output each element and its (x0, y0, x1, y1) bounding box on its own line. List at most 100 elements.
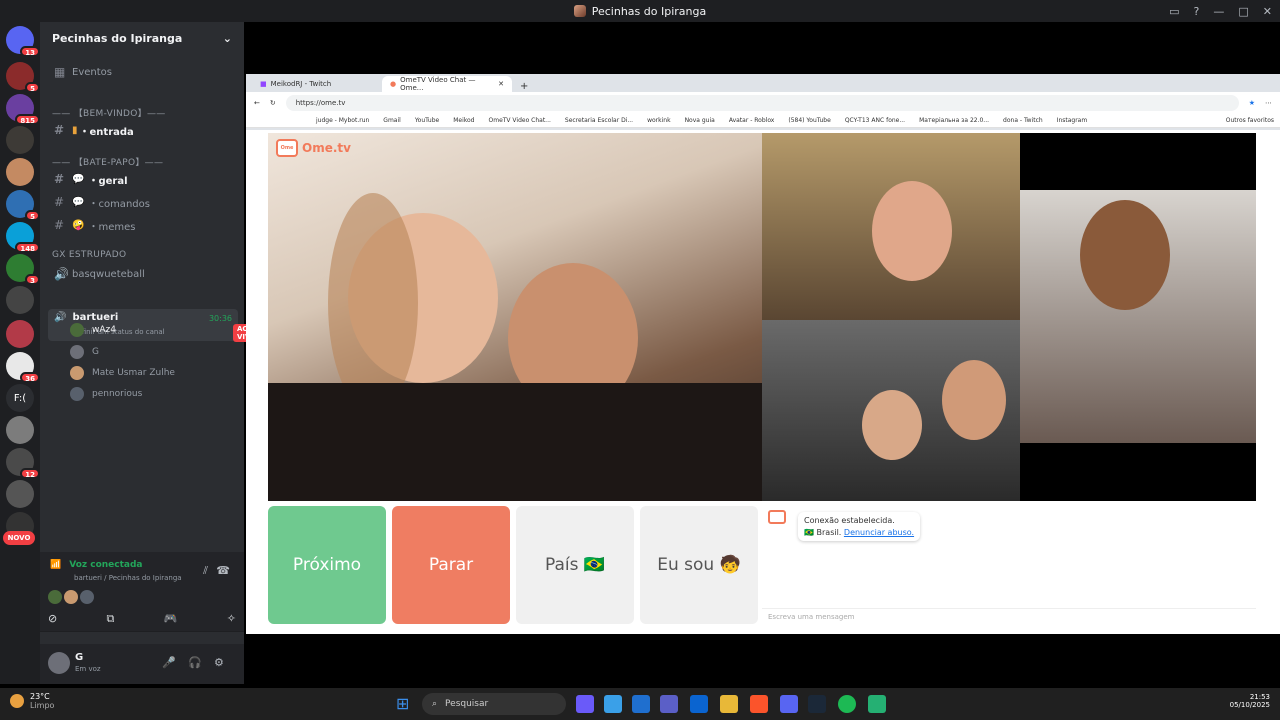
noise-suppression-icon[interactable]: ⫽ (203, 564, 208, 578)
server-icon[interactable]: 5 (6, 62, 40, 93)
ometv-logo: Ome Ome.tv (276, 139, 351, 157)
bookmark-item[interactable]: YouTube (415, 117, 439, 124)
guild-header[interactable]: Pecinhas do Ipiranga ⌄ (40, 22, 244, 54)
voice-user[interactable]: pennorious (70, 384, 142, 404)
bookmark-item[interactable]: Meikod (453, 117, 474, 124)
spotify-icon[interactable] (838, 695, 856, 713)
screen-share-icon[interactable]: ⧉ (107, 612, 115, 626)
server-icon[interactable]: 148 (6, 222, 40, 253)
bookmark-item[interactable]: OmeTV Video Chat... (489, 117, 551, 124)
gear-icon[interactable]: ⚙ (214, 656, 224, 669)
bookmark-item[interactable]: Instagram (1057, 117, 1088, 124)
bookmark-item[interactable]: Secretaria Escolar Di... (565, 117, 633, 124)
voice-timer: 30:36 (208, 314, 232, 323)
twitch-icon: ■ (260, 80, 267, 88)
search-icon: ⌕ (432, 699, 438, 709)
avatar (70, 323, 84, 337)
voice-channel-basq[interactable]: 🔊 basqwueteball (48, 264, 238, 284)
clock[interactable]: 21:53 05/10/2025 (1230, 693, 1270, 709)
bookmark-item[interactable]: Матерiальна за 22.0... (919, 117, 989, 124)
server-icon[interactable]: 3 (6, 254, 40, 285)
maximize-icon[interactable]: □ (1238, 5, 1248, 18)
country-button[interactable]: País 🇧🇷 (516, 506, 634, 624)
other-bookmarks[interactable]: Outros favoritos (1226, 117, 1280, 124)
outlook-icon[interactable] (690, 695, 708, 713)
reload-icon[interactable]: ↻ (270, 99, 276, 107)
url-input[interactable]: https://ome.tv (285, 95, 1239, 111)
disconnect-icon[interactable]: ☎ (216, 564, 230, 577)
server-icon[interactable]: 815 (6, 94, 40, 125)
bookmark-item[interactable]: QCY-T13 ANC fone... (845, 117, 905, 124)
star-icon[interactable]: ★ (1249, 99, 1255, 107)
channel-geral[interactable]: # 💬 ・geral (48, 169, 238, 189)
server-icon[interactable]: 5 (6, 190, 40, 221)
weather-widget[interactable]: 23°C Limpo (10, 692, 54, 710)
camera-off-icon[interactable]: ⊘ (48, 612, 57, 626)
tab-twitch[interactable]: ■ MeikodRJ - Twitch (252, 76, 382, 92)
close-icon[interactable]: ✕ (1263, 5, 1272, 18)
avatar[interactable] (48, 652, 70, 674)
category-gx[interactable]: GX ESTRUPADO (52, 250, 126, 260)
chat-input[interactable]: Escreva uma mensagem (762, 608, 1256, 624)
server-icon[interactable] (6, 416, 34, 444)
server-icon[interactable]: 13 (6, 26, 40, 57)
server-icon[interactable] (6, 320, 34, 348)
server-icon[interactable]: 12 (6, 448, 40, 479)
category-chat[interactable]: —— 【BATE-PAPO】—— (52, 155, 163, 168)
app-icon[interactable] (868, 695, 886, 713)
category-welcome[interactable]: —— 【BEM-VINDO】—— (52, 106, 166, 119)
app-icon[interactable] (604, 695, 622, 713)
headphones-icon[interactable]: 🎧 (188, 656, 202, 669)
next-button[interactable]: Próximo (268, 506, 386, 624)
windows-start-icon[interactable]: ⊞ (396, 695, 414, 713)
bookmark-item[interactable]: Avatar - Roblox (729, 117, 775, 124)
voice-channel-path[interactable]: bartueri / Pecinhas do Ipiranga (74, 574, 182, 582)
novo-badge[interactable]: NOVO (3, 531, 35, 545)
server-icon[interactable]: F:( (6, 384, 34, 412)
gender-button[interactable]: Eu sou 🧒 (640, 506, 758, 624)
brave-icon[interactable] (750, 695, 768, 713)
report-link[interactable]: Denunciar abuso. (844, 528, 914, 537)
bookmark-item[interactable]: Nova guia (685, 117, 715, 124)
voice-user[interactable]: wAz4 (70, 320, 116, 340)
taskbar-search[interactable]: ⌕ Pesquisar (422, 693, 566, 715)
soundboard-icon[interactable]: ✧ (227, 612, 236, 626)
server-icon[interactable] (6, 126, 34, 154)
file-explorer-icon[interactable] (720, 695, 738, 713)
server-icon[interactable] (6, 286, 34, 314)
activity-icon[interactable]: 🎮 (164, 612, 178, 626)
bookmark-item[interactable]: dona - Twitch (1003, 117, 1043, 124)
stop-button[interactable]: Parar (392, 506, 510, 624)
bookmark-item[interactable]: (584) YouTube (788, 117, 830, 124)
steam-icon[interactable] (808, 695, 826, 713)
channel-memes[interactable]: # 🤪 ・memes (48, 215, 238, 235)
voice-user[interactable]: Mate Usmar Zulhe (70, 363, 175, 383)
server-icon[interactable] (6, 158, 34, 186)
help-icon[interactable]: ? (1194, 5, 1200, 18)
server-icon[interactable]: 36 (6, 352, 40, 383)
bookmark-item[interactable]: judge - Mybot.run (316, 117, 369, 124)
discord-icon[interactable] (780, 695, 798, 713)
calculator-icon[interactable] (632, 695, 650, 713)
emoji-icon: 🤪 (72, 219, 85, 231)
menu-icon[interactable]: ⋯ (1265, 99, 1272, 107)
teams-icon[interactable] (660, 695, 678, 713)
new-tab-icon[interactable]: + (512, 81, 536, 92)
bookmark-item[interactable]: Gmail (383, 117, 401, 124)
inbox-icon[interactable]: ▭ (1169, 5, 1179, 18)
avatar (70, 366, 84, 380)
copilot-icon[interactable] (576, 695, 594, 713)
bookmark-item[interactable]: workink (647, 117, 670, 124)
close-tab-icon[interactable]: ✕ (498, 80, 504, 88)
channel-entrada[interactable]: # ▮ ・entrada (48, 120, 238, 140)
events-item[interactable]: ▦ Eventos (48, 62, 238, 82)
microphone-icon[interactable]: 🎤 (162, 656, 176, 669)
server-icon[interactable] (6, 480, 34, 508)
minimize-icon[interactable]: — (1213, 5, 1224, 18)
avatar (48, 590, 62, 604)
channel-comandos[interactable]: # 💬 ・comandos (48, 192, 238, 212)
guild-name: Pecinhas do Ipiranga (52, 31, 183, 45)
voice-user[interactable]: G (70, 342, 99, 362)
tab-ometv[interactable]: ● OmeTV Video Chat — Ome... ✕ (382, 76, 512, 92)
back-icon[interactable]: ← (254, 99, 260, 107)
